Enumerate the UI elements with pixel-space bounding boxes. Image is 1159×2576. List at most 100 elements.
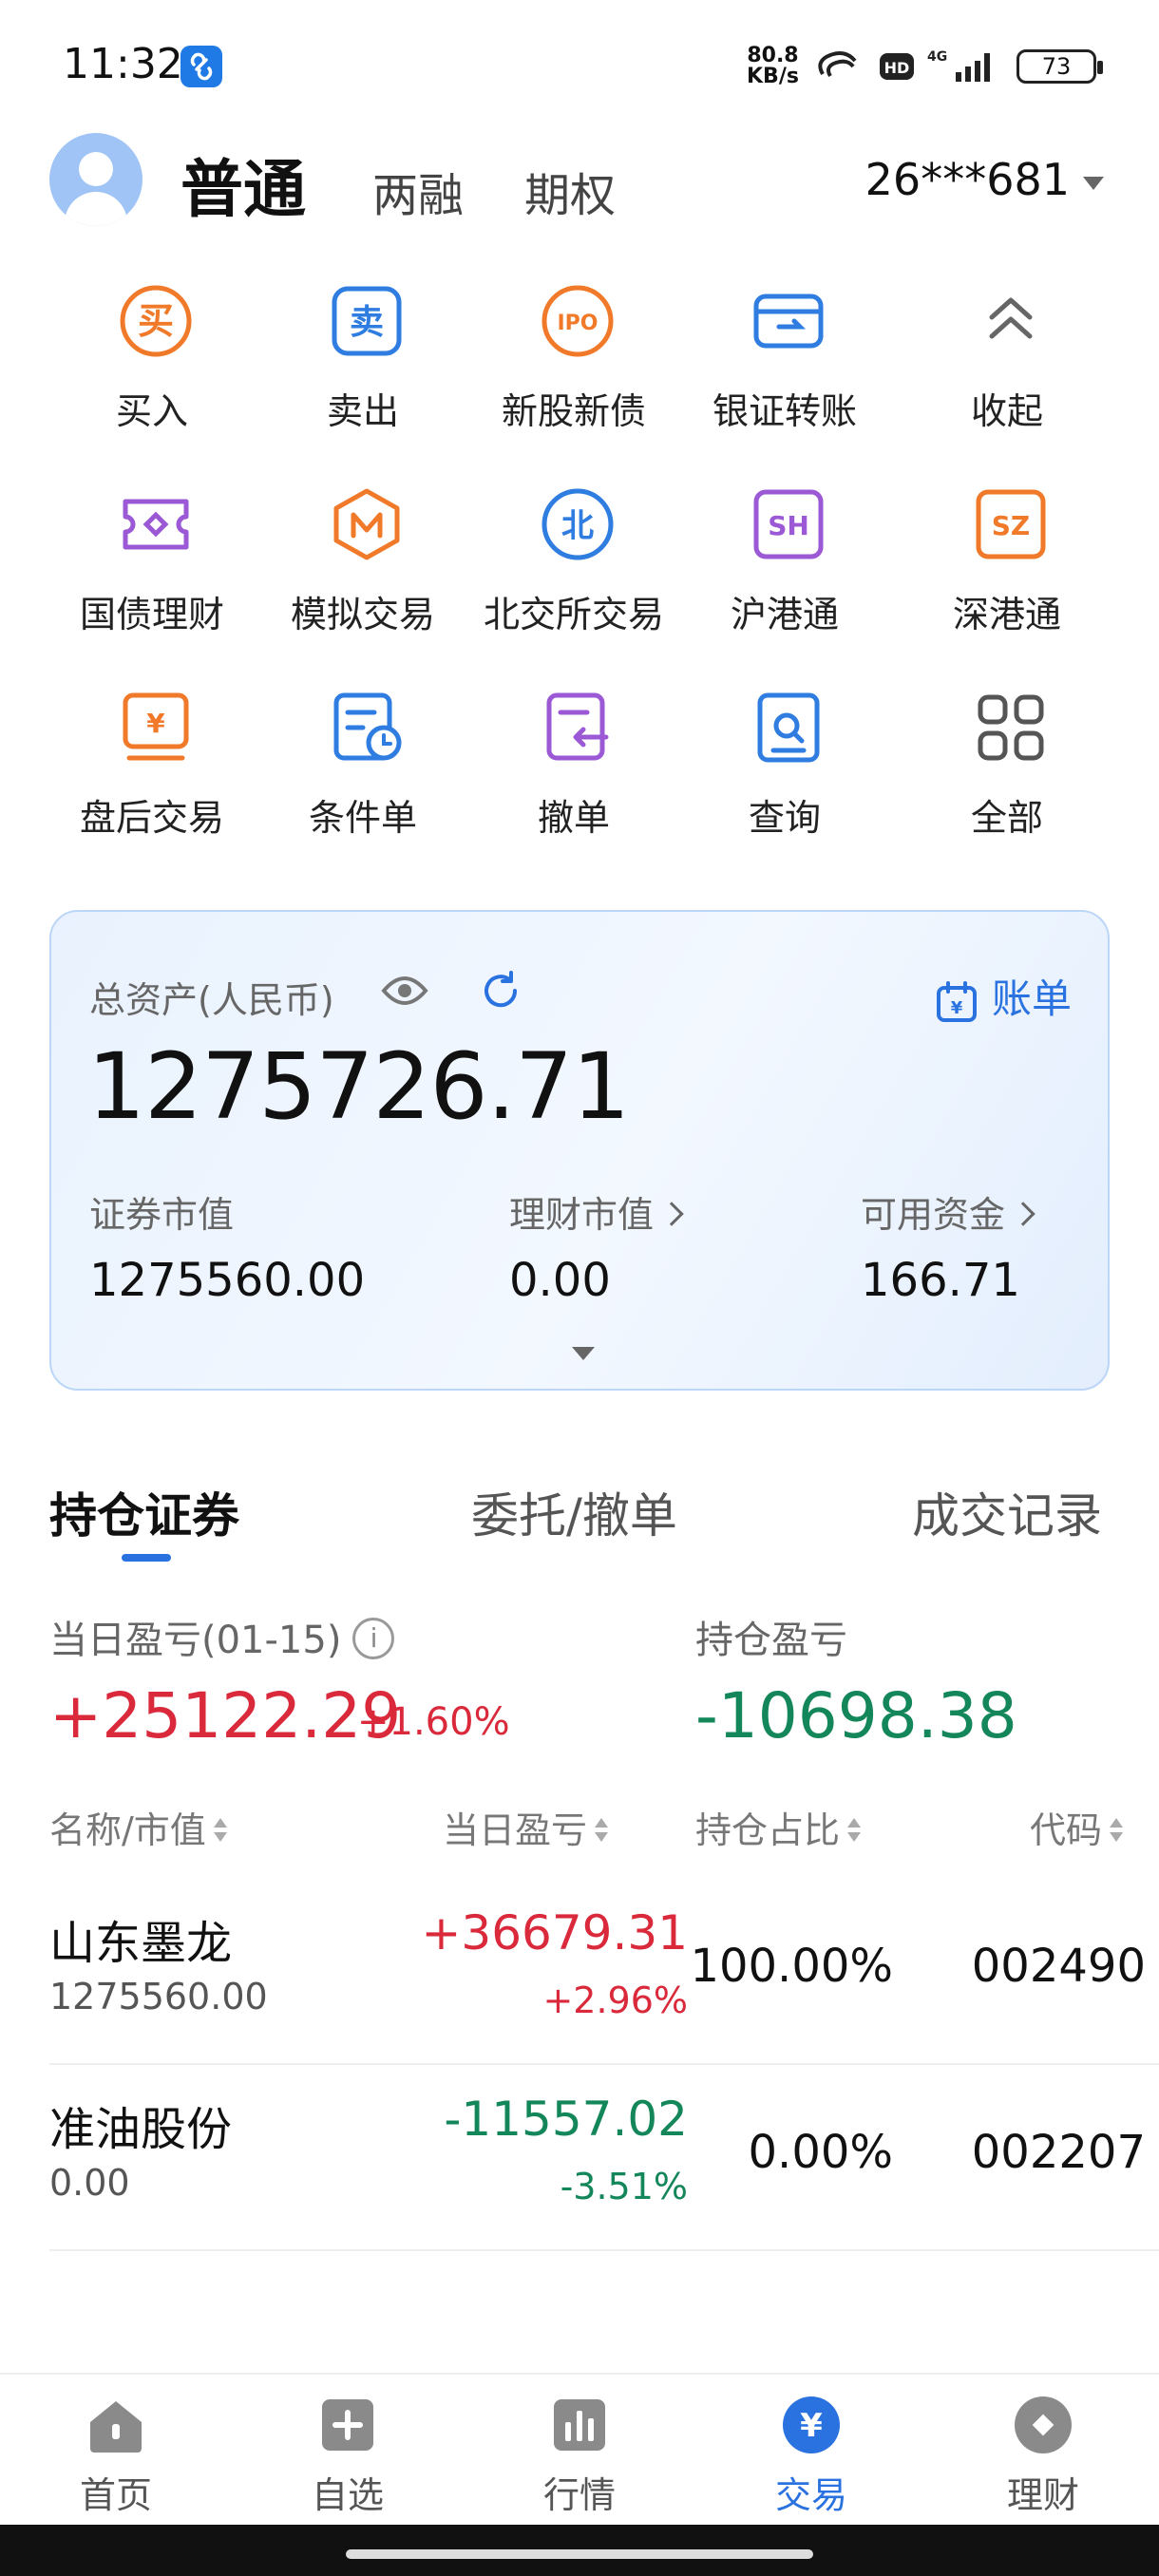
conditional-order-icon <box>329 690 405 766</box>
stock-ratio: 0.00% <box>748 2126 893 2179</box>
menu-after-hours[interactable]: ¥ 盘后交易 <box>38 682 266 872</box>
home-indicator[interactable] <box>346 2549 813 2559</box>
nav-wealth[interactable]: 理财 <box>927 2394 1159 2518</box>
stock-ratio: 100.00% <box>690 1940 893 1993</box>
menu-sell[interactable]: 卖 卖出 <box>249 275 477 465</box>
svg-text:4G: 4G <box>927 49 947 65</box>
tab-options[interactable]: 期权 <box>524 158 616 224</box>
menu-cancel-order[interactable]: 撤单 <box>460 682 688 872</box>
total-assets-label: 总资产(人民币) <box>89 979 334 1021</box>
account-number: 26***681 <box>864 154 1070 205</box>
menu-simulated[interactable]: 模拟交易 <box>249 479 477 669</box>
hold-pnl-label: 持仓盈亏 <box>695 1619 847 1662</box>
available-cash-link[interactable]: 可用资金 <box>861 1185 1036 1238</box>
wealth-value-link[interactable]: 理财市值 <box>509 1185 684 1238</box>
stock-day-pnl: -11557.02 <box>444 2092 688 2147</box>
refresh-icon[interactable] <box>477 967 524 1014</box>
menu-sz-connect[interactable]: SZ 深港通 <box>893 479 1121 669</box>
bill-label: 账单 <box>991 975 1072 1022</box>
table-row[interactable]: 山东墨龙 1275560.00 +36679.31 +2.96% 100.00%… <box>49 1879 1159 2065</box>
nav-trade[interactable]: ¥ 交易 <box>695 2394 927 2518</box>
menu-treasury-label: 国债理财 <box>79 594 224 635</box>
available-cash-label: 可用资金 <box>861 1194 1006 1236</box>
stock-market-value: 1275560.00 <box>49 1976 268 2017</box>
after-hours-icon: ¥ <box>118 690 194 766</box>
menu-ipo-label: 新股新债 <box>501 390 646 432</box>
stock-name: 山东墨龙 <box>49 1917 233 1970</box>
available-cash-value: 166.71 <box>861 1254 1020 1307</box>
menu-conditional-label: 条件单 <box>308 797 417 839</box>
menu-sh-connect-label: 沪港通 <box>730 594 839 635</box>
col-name-label: 名称/市值 <box>49 1809 206 1851</box>
wealth-value: 0.00 <box>509 1254 611 1307</box>
col-daypnl-header[interactable]: 当日盈亏 <box>443 1801 609 1853</box>
collapse-icon <box>973 283 1049 359</box>
tab-normal[interactable]: 普通 <box>180 139 306 230</box>
signal-4g-icon: 4G <box>927 49 990 82</box>
tab-margin[interactable]: 两融 <box>372 158 464 224</box>
simulated-trade-icon <box>329 486 405 562</box>
avatar[interactable] <box>49 133 142 226</box>
link-icon <box>180 46 222 87</box>
cancel-order-icon <box>540 690 616 766</box>
status-time: 11:32 <box>63 40 183 88</box>
col-code-header[interactable]: 代码 <box>1030 1801 1124 1853</box>
sz-connect-icon: SZ <box>973 486 1049 562</box>
home-icon <box>85 2394 147 2456</box>
menu-bse[interactable]: 北 北交所交易 <box>460 479 688 669</box>
svg-text:SZ: SZ <box>992 510 1030 541</box>
menu-bank-transfer-label: 银证转账 <box>712 390 857 432</box>
menu-conditional[interactable]: 条件单 <box>249 682 477 872</box>
chevron-down-icon <box>1083 176 1104 190</box>
menu-simulated-label: 模拟交易 <box>290 594 435 635</box>
col-daypnl-label: 当日盈亏 <box>443 1809 588 1851</box>
info-icon[interactable]: i <box>352 1618 395 1659</box>
nav-watchlist-label: 自选 <box>311 2474 384 2516</box>
menu-buy[interactable]: 买 买入 <box>38 275 266 465</box>
menu-query[interactable]: 查询 <box>671 682 899 872</box>
col-ratio-header[interactable]: 持仓占比 <box>695 1801 862 1853</box>
menu-treasury[interactable]: 国债理财 <box>38 479 266 669</box>
day-pnl-label: 当日盈亏(01-15) <box>49 1619 342 1662</box>
ipo-icon: IPO <box>540 283 616 359</box>
svg-text:卖: 卖 <box>350 303 384 342</box>
bank-transfer-icon <box>750 283 826 359</box>
bill-button[interactable]: ¥ 账单 <box>935 967 1072 1025</box>
sh-connect-icon: SH <box>750 486 826 562</box>
nav-trade-label: 交易 <box>774 2474 847 2516</box>
svg-text:¥: ¥ <box>146 708 165 739</box>
menu-sh-connect[interactable]: SH 沪港通 <box>671 479 899 669</box>
eye-icon[interactable] <box>380 969 429 1013</box>
asset-card: 总资产(人民币) ¥ 账单 1275726.71 证券市值 1275560.00 … <box>49 910 1110 1391</box>
col-name-header[interactable]: 名称/市值 <box>49 1801 227 1853</box>
menu-after-hours-label: 盘后交易 <box>79 797 224 839</box>
svg-text:北: 北 <box>561 507 594 545</box>
menu-query-label: 查询 <box>748 797 821 839</box>
tab-positions[interactable]: 持仓证券 <box>49 1478 239 1546</box>
table-row[interactable]: 准油股份 0.00 -11557.02 -3.51% 0.00% 002207 <box>49 2065 1159 2251</box>
sort-icon <box>847 1817 862 1843</box>
buy-icon: 买 <box>118 283 194 359</box>
menu-all[interactable]: 全部 <box>893 682 1121 872</box>
bottom-nav: 首页 自选 行情 ¥ 交易 理财 <box>0 2373 1159 2525</box>
network-speed-unit: KB/s <box>747 65 799 88</box>
menu-bank-transfer[interactable]: 银证转账 <box>671 275 899 465</box>
nav-watchlist[interactable]: 自选 <box>232 2394 464 2518</box>
nav-home[interactable]: 首页 <box>0 2394 232 2518</box>
calendar-icon: ¥ <box>936 980 977 1022</box>
treasury-icon <box>118 486 194 562</box>
sell-icon: 卖 <box>329 283 405 359</box>
menu-ipo[interactable]: IPO 新股新债 <box>460 275 688 465</box>
query-icon <box>750 690 826 766</box>
menu-bse-label: 北交所交易 <box>483 594 664 635</box>
securities-value-label: 证券市值 <box>89 1194 235 1236</box>
account-selector[interactable]: 26***681 <box>865 154 1104 205</box>
menu-collapse[interactable]: 收起 <box>893 275 1121 465</box>
total-assets-value: 1275726.71 <box>87 1033 630 1140</box>
expand-down-icon[interactable] <box>572 1347 595 1360</box>
nav-market[interactable]: 行情 <box>464 2394 695 2518</box>
tab-trades[interactable]: 成交记录 <box>912 1478 1102 1546</box>
watchlist-icon <box>316 2394 379 2456</box>
chevron-right-icon <box>659 1201 684 1226</box>
tab-orders[interactable]: 委托/撤单 <box>471 1478 677 1546</box>
